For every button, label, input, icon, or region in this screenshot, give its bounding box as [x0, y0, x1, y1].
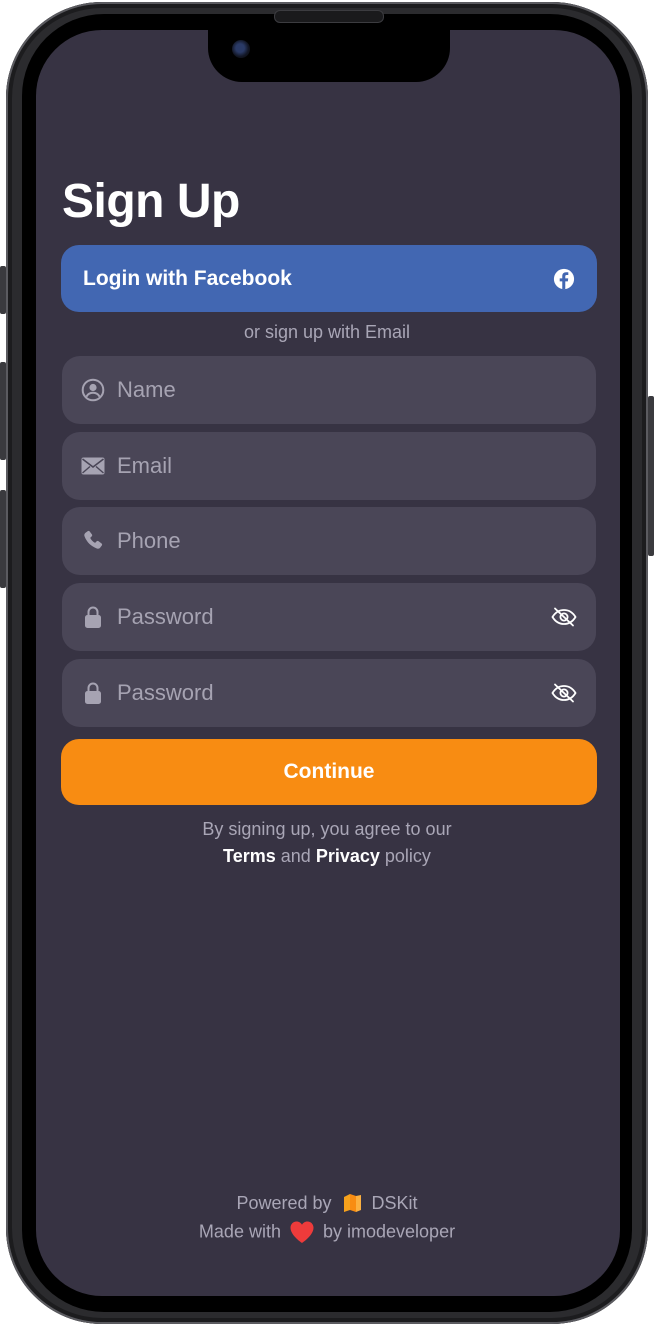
confirm-password-input[interactable]: [117, 680, 543, 706]
phone-field[interactable]: [62, 507, 596, 575]
continue-button[interactable]: Continue: [61, 739, 597, 805]
facebook-login-label: Login with Facebook: [83, 266, 292, 290]
legal-line-1: By signing up, you agree to our: [202, 819, 452, 839]
name-input[interactable]: [117, 377, 596, 403]
speaker-grille: [274, 10, 384, 23]
heart-icon: [290, 1221, 314, 1243]
made-with-text: Made with: [198, 1221, 281, 1242]
facebook-login-button[interactable]: Login with Facebook: [61, 245, 597, 312]
phone-icon: [81, 529, 105, 553]
volume-down-button: [0, 490, 6, 588]
email-input[interactable]: [117, 453, 596, 479]
lock-icon: [81, 605, 105, 629]
password-input[interactable]: [117, 604, 543, 630]
user-circle-icon: [81, 378, 105, 402]
eye-slash-icon[interactable]: [551, 683, 577, 703]
eye-slash-icon[interactable]: [551, 607, 577, 627]
facebook-icon: [553, 268, 575, 289]
policy-text: policy: [384, 846, 431, 866]
power-button: [648, 396, 654, 556]
privacy-link[interactable]: Privacy: [316, 846, 380, 866]
and-text: and: [280, 846, 311, 866]
volume-up-button: [0, 362, 6, 460]
divider-text: or sign up with Email: [243, 322, 411, 342]
confirm-password-field[interactable]: [62, 659, 596, 727]
legal-notice: By signing up, you agree to our Terms an…: [0, 816, 654, 870]
made-with: Made with by imodeveloper: [0, 1220, 654, 1244]
dskit-logo-icon: [343, 1194, 361, 1213]
dskit-brand: DSKit: [371, 1192, 418, 1213]
powered-by: Powered by DSKit: [0, 1192, 654, 1214]
camera-lens: [232, 40, 250, 58]
lock-icon: [81, 681, 105, 705]
legal-line-2: Terms and Privacy policy: [0, 843, 654, 870]
phone-input[interactable]: [117, 528, 596, 554]
password-field[interactable]: [62, 583, 596, 651]
name-field[interactable]: [62, 356, 596, 424]
envelope-icon: [81, 454, 105, 478]
page-title: Sign Up: [62, 175, 240, 228]
action-button: [0, 266, 6, 314]
terms-link[interactable]: Terms: [223, 846, 276, 866]
powered-by-text: Powered by: [236, 1192, 332, 1213]
email-field[interactable]: [62, 432, 596, 500]
made-by-text: by imodeveloper: [323, 1221, 456, 1242]
